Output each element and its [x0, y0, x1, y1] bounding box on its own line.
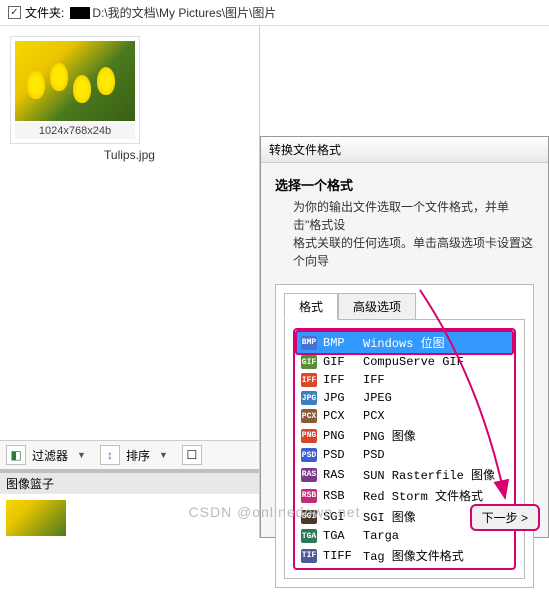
- thumbnail-dimensions: 1024x768x24b: [15, 123, 135, 139]
- thumbnail-image: [15, 41, 135, 121]
- format-ext: JPG: [323, 391, 363, 405]
- format-icon: TGA: [301, 529, 317, 543]
- filter-label[interactable]: 过滤器: [32, 447, 68, 464]
- redacted-drive: [70, 7, 90, 19]
- tab-advanced[interactable]: 高级选项: [338, 293, 416, 320]
- format-icon: IFF: [301, 373, 317, 387]
- folder-path: D:\我的文档\My Pictures\图片\图片: [92, 4, 276, 21]
- format-description: JPEG: [363, 391, 392, 405]
- format-description: Windows 位图: [363, 334, 445, 351]
- chevron-down-icon[interactable]: ▼: [159, 450, 168, 460]
- format-item-psd[interactable]: PSDPSDPSD: [297, 446, 512, 464]
- format-ext: TIFF: [323, 549, 363, 563]
- format-item-tiff[interactable]: TIF TIFFTag 图像文件格式: [297, 545, 512, 566]
- format-icon: RSB: [301, 489, 317, 503]
- format-icon: PSD: [301, 448, 317, 462]
- format-ext: RAS: [323, 468, 363, 482]
- select-icon[interactable]: ☐: [182, 445, 202, 465]
- format-ext: RSB: [323, 489, 363, 503]
- format-ext: TGA: [323, 529, 363, 543]
- format-icon: PNG: [301, 429, 317, 443]
- dialog-heading: 选择一个格式: [275, 175, 534, 194]
- format-item-iff[interactable]: IFFIFFIFF: [297, 371, 512, 389]
- format-description: CompuServe GIF: [363, 355, 464, 369]
- next-button[interactable]: 下一步 >: [470, 504, 540, 531]
- tab-strip: 格式 高级选项: [284, 293, 525, 320]
- sort-icon[interactable]: ↕: [100, 445, 120, 465]
- format-ext: PNG: [323, 429, 363, 443]
- format-description: SUN Rasterfile 图像: [363, 466, 495, 483]
- watermark: CSDN @onlinedown.net: [189, 504, 361, 520]
- folder-checkbox[interactable]: ✓: [8, 6, 21, 19]
- format-item-png[interactable]: PNGPNGPNG 图像: [297, 425, 512, 446]
- format-description: PNG 图像: [363, 427, 416, 444]
- folder-label: 文件夹:: [25, 4, 64, 21]
- format-description: SGI 图像: [363, 508, 416, 525]
- chevron-down-icon[interactable]: ▼: [77, 450, 86, 460]
- thumbnail-filename: Tulips.jpg: [10, 144, 249, 162]
- format-item-bmp[interactable]: BMPBMPWindows 位图: [295, 330, 514, 355]
- format-item-jpg[interactable]: JPGJPGJPEG: [297, 389, 512, 407]
- format-listbox[interactable]: BMPBMPWindows 位图GIFGIFCompuServe GIFIFFI…: [293, 328, 516, 570]
- format-ext: GIF: [323, 355, 363, 369]
- sort-label[interactable]: 排序: [126, 447, 150, 464]
- format-icon: JPG: [301, 391, 317, 405]
- format-item-gif[interactable]: GIFGIFCompuServe GIF: [297, 353, 512, 371]
- format-ext: BMP: [323, 336, 363, 350]
- convert-format-dialog: 转换文件格式 选择一个格式 为你的输出文件选取一个文件格式，并单击"格式设 格式…: [260, 136, 549, 538]
- format-item-ras[interactable]: RASRASSUN Rasterfile 图像: [297, 464, 512, 485]
- dialog-title: 转换文件格式: [261, 137, 548, 163]
- thumbnail-item[interactable]: 1024x768x24b: [10, 36, 140, 144]
- toolbar: ◧ 过滤器 ▼ ↕ 排序 ▼ ☐: [0, 440, 259, 469]
- format-icon: TIF: [301, 549, 317, 563]
- format-icon: GIF: [301, 355, 317, 369]
- format-description: Red Storm 文件格式: [363, 487, 483, 504]
- basket-thumbnail[interactable]: [6, 500, 66, 536]
- basket-title: 图像篮子: [0, 469, 259, 494]
- format-ext: IFF: [323, 373, 363, 387]
- format-icon: PCX: [301, 409, 317, 423]
- format-icon: RAS: [301, 468, 317, 482]
- format-description: Tag 图像文件格式: [363, 547, 464, 564]
- format-ext: PSD: [323, 448, 363, 462]
- format-item-rsb[interactable]: RSBRSBRed Storm 文件格式: [297, 485, 512, 506]
- format-item-pcx[interactable]: PCXPCXPCX: [297, 407, 512, 425]
- format-icon: BMP: [301, 336, 317, 350]
- format-ext: PCX: [323, 409, 363, 423]
- thumbnail-pane: 1024x768x24b Tulips.jpg ◧ 过滤器 ▼ ↕ 排序 ▼ ☐…: [0, 26, 260, 538]
- format-description: Targa: [363, 529, 399, 543]
- format-description: PSD: [363, 448, 385, 462]
- format-description: PCX: [363, 409, 385, 423]
- dialog-description: 为你的输出文件选取一个文件格式，并单击"格式设 格式关联的任何选项。单击高级选项…: [293, 198, 534, 270]
- format-description: IFF: [363, 373, 385, 387]
- path-bar: ✓ 文件夹: D:\我的文档\My Pictures\图片\图片: [0, 0, 549, 26]
- filter-icon[interactable]: ◧: [6, 445, 26, 465]
- tab-format[interactable]: 格式: [284, 293, 338, 320]
